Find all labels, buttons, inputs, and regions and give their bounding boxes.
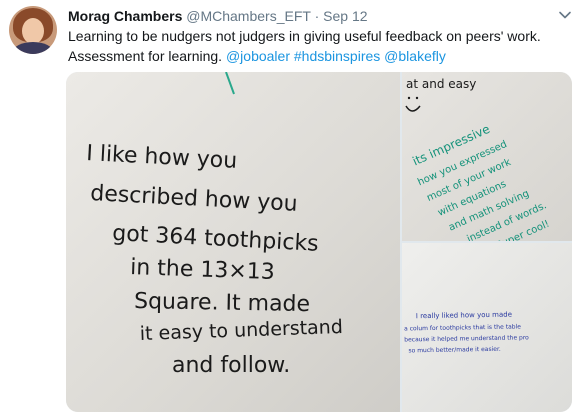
avatar-face: [22, 18, 44, 44]
photo-top-right-canvas: at and easy its impressive how you expre…: [405, 77, 551, 252]
br-line-1: I really liked how you made: [416, 311, 512, 321]
photo-main[interactable]: I like how you described how you got 364…: [66, 72, 400, 412]
author-handle[interactable]: @MChambers_EFT: [186, 8, 310, 24]
main-line-1: I like how you: [86, 141, 238, 174]
avatar-shirt: [13, 42, 53, 54]
separator-dot: ·: [314, 8, 320, 24]
media-grid: I like how you described how you got 364…: [66, 72, 572, 412]
tweet-text-line2: Assessment for learning. @joboaler #hdsb…: [68, 46, 568, 66]
tweet: Morag Chambers @MChambers_EFT · Sep 12 L…: [0, 0, 580, 417]
main-line-5: Square. It made: [134, 289, 310, 317]
main-line-2: described how you: [90, 181, 299, 217]
tweet-date[interactable]: Sep 12: [323, 8, 367, 24]
hashtag-hdsbinspires[interactable]: #hdsbinspires: [294, 48, 380, 64]
mention-joboaler[interactable]: @joboaler: [226, 48, 290, 64]
chevron-down-icon[interactable]: [558, 8, 572, 22]
photo-bottom-right[interactable]: I really liked how you made a colum for …: [402, 243, 572, 412]
br-line-4: so much better/made it easier.: [408, 346, 500, 355]
main-line-4: in the 13×13: [130, 255, 275, 285]
smiley-drawing: [405, 96, 421, 112]
tr-top-text: at and easy: [406, 77, 476, 91]
photo-main-canvas: I like how you described how you got 364…: [86, 72, 343, 378]
author-name[interactable]: Morag Chambers: [68, 8, 182, 24]
avatar[interactable]: [9, 6, 57, 54]
tweet-text: Learning to be nudgers not judgers in gi…: [68, 26, 568, 66]
tweet-header: Morag Chambers @MChambers_EFT · Sep 12: [68, 7, 368, 25]
mention-blakefly[interactable]: @blakefly: [384, 48, 446, 64]
tweet-text-prefix: Assessment for learning.: [68, 48, 226, 64]
br-line-2: a colum for toothpicks that is the table: [404, 323, 521, 332]
photo-top-right[interactable]: at and easy its impressive how you expre…: [402, 72, 572, 252]
photo-bottom-right-canvas: I really liked how you made a colum for …: [404, 311, 529, 355]
main-line-3: got 364 toothpicks: [112, 221, 320, 257]
br-line-3: because it helped me understand the pro: [404, 334, 529, 343]
tweet-text-line1: Learning to be nudgers not judgers in gi…: [68, 28, 541, 44]
main-line-7: and follow.: [172, 353, 290, 378]
main-line-6: it easy to understand: [139, 316, 343, 345]
